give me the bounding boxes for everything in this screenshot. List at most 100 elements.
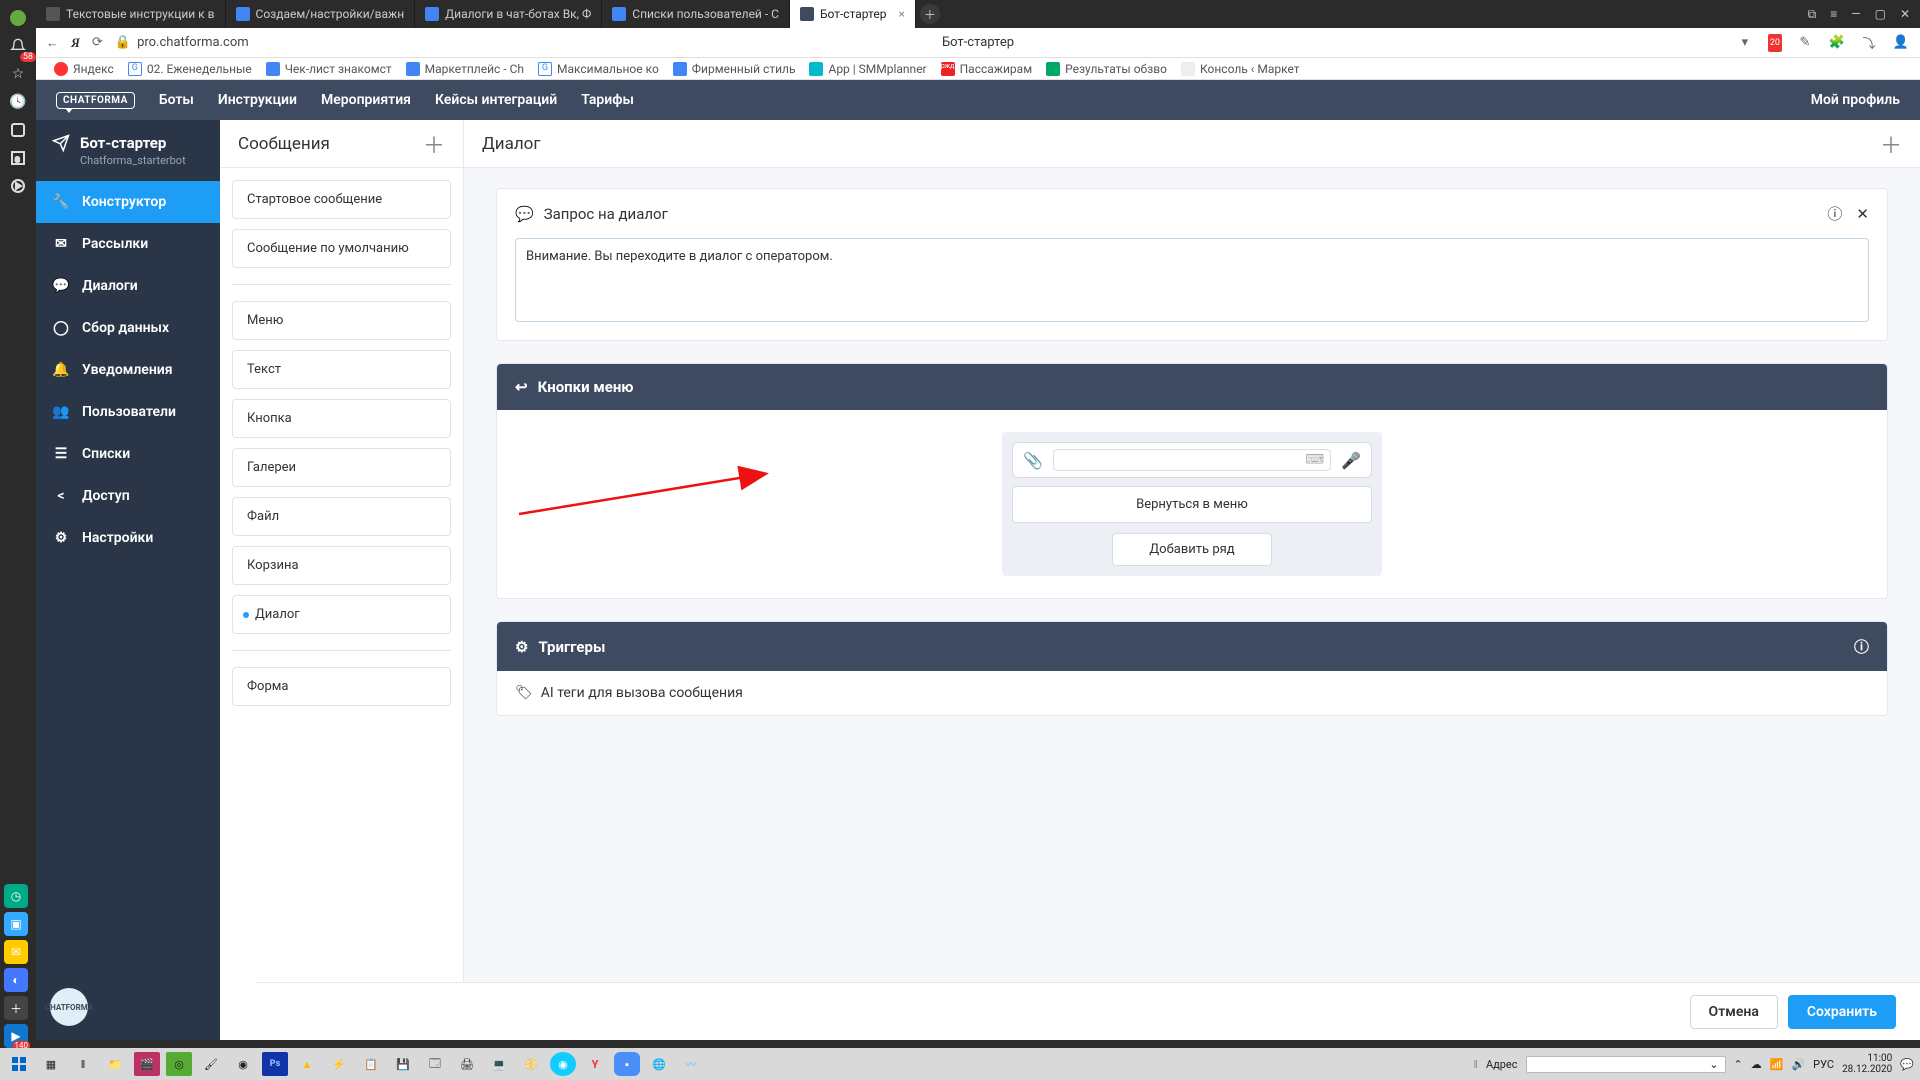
- message-item[interactable]: Стартовое сообщение: [232, 180, 451, 219]
- message-item[interactable]: Форма: [232, 667, 451, 706]
- bookmark-icon[interactable]: ▾: [1736, 34, 1754, 52]
- taskbar-app[interactable]: ⚡: [326, 1052, 352, 1076]
- maximize-icon[interactable]: ▢: [1875, 7, 1886, 21]
- taskbar-app[interactable]: 🖨: [454, 1052, 480, 1076]
- message-item[interactable]: Корзина: [232, 546, 451, 585]
- sidebar-item-access[interactable]: <Доступ: [36, 475, 220, 517]
- taskbar-app[interactable]: 🖌: [198, 1052, 224, 1076]
- bot-header[interactable]: Бот-стартерChatforma_starterbot: [36, 120, 220, 181]
- tray-address-input[interactable]: ⌄: [1526, 1056, 1726, 1073]
- message-item[interactable]: Текст: [232, 350, 451, 389]
- history-icon[interactable]: 🕓: [8, 92, 28, 112]
- sidebar-item-constructor[interactable]: 🔧Конструктор: [36, 181, 220, 223]
- info-icon[interactable]: ⓘ: [1854, 636, 1869, 657]
- info-icon[interactable]: ⓘ: [1827, 203, 1842, 224]
- taskbar-app[interactable]: ▲: [294, 1052, 320, 1076]
- save-button[interactable]: Сохранить: [1788, 995, 1896, 1029]
- tray-wifi-icon[interactable]: 📶: [1770, 1058, 1784, 1071]
- taskbar-app[interactable]: 💾: [390, 1052, 416, 1076]
- taskbar-app[interactable]: 〰: [678, 1052, 704, 1076]
- extensions-icon[interactable]: 🧩: [1828, 34, 1846, 52]
- close-icon[interactable]: ×: [898, 7, 904, 21]
- taskbar-app[interactable]: 📋: [358, 1052, 384, 1076]
- bookmark-item[interactable]: G02. Еженедельные: [128, 62, 252, 76]
- bookmark-item[interactable]: GМаксимальное ко: [538, 62, 659, 76]
- star-icon[interactable]: ☆: [8, 64, 28, 84]
- app-tile-2[interactable]: ▣: [4, 912, 28, 936]
- taskbar-app[interactable]: ◉: [550, 1052, 576, 1076]
- close-icon[interactable]: ✕: [1856, 205, 1869, 223]
- sidebar-item-notifications[interactable]: 🔔Уведомления: [36, 349, 220, 391]
- menu-button-return[interactable]: Вернуться в меню: [1012, 486, 1372, 523]
- tab-1[interactable]: Текстовые инструкции к в: [36, 0, 226, 28]
- message-item[interactable]: Файл: [232, 497, 451, 536]
- add-block-button[interactable]: ＋: [1880, 128, 1902, 160]
- tab-4[interactable]: Списки пользователей - С: [602, 0, 790, 28]
- app-tile-1[interactable]: ◷: [4, 884, 28, 908]
- bookmark-item[interactable]: рждПассажирам: [941, 62, 1032, 76]
- new-tab-button[interactable]: ＋: [920, 4, 940, 24]
- tray-cloud-icon[interactable]: ☁: [1751, 1058, 1762, 1071]
- nav-events[interactable]: Мероприятия: [321, 92, 411, 108]
- photoshop-icon[interactable]: Ps: [262, 1052, 288, 1076]
- back-icon[interactable]: ←: [46, 35, 59, 51]
- taskbar-app[interactable]: 💻: [486, 1052, 512, 1076]
- bookmark-item[interactable]: Маркетплейс - Ch: [406, 62, 524, 76]
- tray-clock[interactable]: 11:0028.12.2020: [1842, 1053, 1892, 1075]
- play-icon[interactable]: [8, 176, 28, 196]
- sidebar-item-users[interactable]: 👥Пользователи: [36, 391, 220, 433]
- request-textarea[interactable]: Внимание. Вы переходите в диалог с опера…: [515, 238, 1869, 322]
- bookmark-item[interactable]: Яндекс: [54, 62, 114, 76]
- sidebar-item-settings[interactable]: ⚙Настройки: [36, 517, 220, 559]
- nav-tariffs[interactable]: Тарифы: [581, 92, 634, 108]
- collections-icon[interactable]: [8, 120, 28, 140]
- nav-instructions[interactable]: Инструкции: [218, 92, 297, 108]
- message-item[interactable]: Кнопка: [232, 399, 451, 438]
- mic-icon[interactable]: 🎤: [1341, 451, 1361, 470]
- sidebar-avatar[interactable]: CHATFORMA: [36, 974, 220, 1040]
- bookmark-item[interactable]: Результаты обзво: [1046, 62, 1167, 76]
- task-view-icon[interactable]: ▦: [38, 1052, 64, 1076]
- attach-icon[interactable]: 📎: [1023, 451, 1043, 470]
- tab-5-active[interactable]: Бот-стартер×: [790, 0, 916, 28]
- tray-lang[interactable]: РУС: [1813, 1058, 1834, 1071]
- avatar-icon[interactable]: [8, 8, 28, 28]
- sidebar-item-mailing[interactable]: ✉Рассылки: [36, 223, 220, 265]
- mock-text-field[interactable]: ⌨: [1053, 449, 1331, 471]
- sidebar-item-data[interactable]: ◯Сбор данных: [36, 307, 220, 349]
- logo[interactable]: CHATFORMA: [56, 92, 135, 109]
- profile-icon[interactable]: 👤: [1892, 34, 1910, 52]
- message-item[interactable]: Сообщение по умолчанию: [232, 229, 451, 268]
- bookmark-item[interactable]: Чек-лист знакомст: [266, 62, 392, 76]
- nav-cases[interactable]: Кейсы интеграций: [435, 92, 557, 108]
- message-item[interactable]: Меню: [232, 301, 451, 340]
- add-row-button[interactable]: Добавить ряд: [1112, 533, 1272, 566]
- sidebar-item-lists[interactable]: ☰Списки: [36, 433, 220, 475]
- nav-profile[interactable]: Мой профиль: [1811, 92, 1900, 108]
- add-tile-icon[interactable]: ＋: [4, 996, 28, 1020]
- tab-2[interactable]: Создаем/настройки/важн: [226, 0, 416, 28]
- reload-icon[interactable]: ⟳: [92, 35, 103, 50]
- yandex-icon[interactable]: Y: [582, 1052, 608, 1076]
- zoom-icon[interactable]: ▪: [614, 1052, 640, 1076]
- tab-3[interactable]: Диалоги в чат-ботах Вк, Ф: [415, 0, 602, 28]
- menu-icon[interactable]: ≡: [1830, 7, 1837, 21]
- taskbar-app[interactable]: ◎: [166, 1052, 192, 1076]
- app-tile-6[interactable]: ▶140: [4, 1024, 28, 1048]
- message-item[interactable]: Галереи: [232, 448, 451, 487]
- start-button[interactable]: [6, 1052, 32, 1076]
- tray-volume-icon[interactable]: 🔊: [1791, 1058, 1805, 1071]
- add-message-button[interactable]: ＋: [423, 128, 445, 160]
- taskbar-app[interactable]: 🌐: [646, 1052, 672, 1076]
- taskbar-app[interactable]: ‖: [70, 1052, 96, 1076]
- url-field[interactable]: 🔒pro.chatforma.com: [115, 35, 249, 50]
- home-icon[interactable]: Я: [71, 35, 80, 51]
- steam-icon[interactable]: ◉: [230, 1052, 256, 1076]
- bookmark-item[interactable]: Фирменный стиль: [673, 62, 796, 76]
- taskbar-app[interactable]: 🗔: [422, 1052, 448, 1076]
- message-item-active[interactable]: Диалог: [232, 595, 451, 634]
- app-tile-4[interactable]: ◐: [4, 968, 28, 992]
- taskbar-app[interactable]: 📀: [518, 1052, 544, 1076]
- cancel-button[interactable]: Отмена: [1690, 995, 1778, 1029]
- app-tile-mail[interactable]: ✉: [4, 940, 28, 964]
